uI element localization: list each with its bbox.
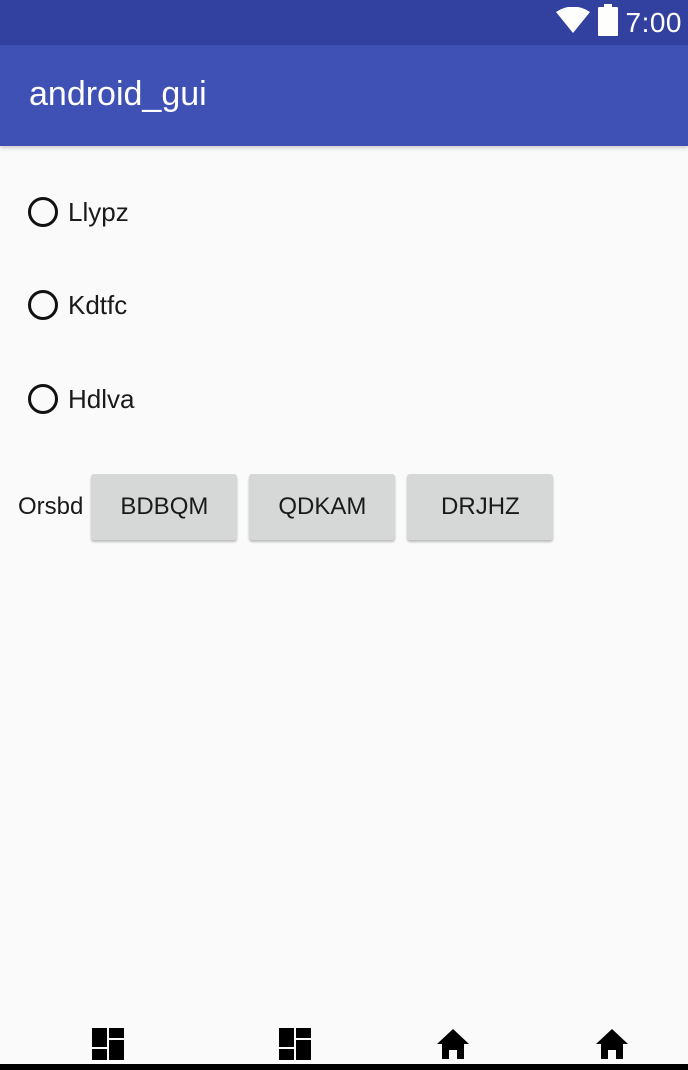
radio-option-hdlva[interactable]: Hdlva (28, 379, 134, 419)
drjhz-button[interactable]: DRJHZ (407, 474, 554, 540)
status-indicators: 7:00 (555, 0, 683, 45)
button-group: Orsbd BDBQM QDKAM DRJHZ (18, 474, 565, 540)
app-title: android_gui (29, 75, 207, 113)
button-group-label: Orsbd (18, 493, 84, 520)
home-icon[interactable] (435, 1026, 471, 1062)
wifi-icon (555, 6, 590, 38)
radio-option-kdtfc[interactable]: Kdtfc (28, 285, 127, 325)
radio-button-icon[interactable] (28, 290, 58, 320)
radio-label: Kdtfc (68, 289, 128, 320)
radio-label: Hdlva (68, 383, 135, 414)
status-time: 7:00 (625, 6, 682, 38)
radio-button-icon[interactable] (28, 197, 58, 227)
battery-icon (597, 4, 618, 41)
dashboard-icon[interactable] (90, 1026, 126, 1062)
radio-option-llypz[interactable]: Llypz (28, 192, 129, 232)
radio-label: Llypz (68, 196, 129, 227)
app-bar: android_gui (0, 45, 688, 146)
dashboard-icon[interactable] (277, 1026, 313, 1062)
status-bar: 7:00 (0, 0, 688, 45)
bottom-divider (0, 1064, 688, 1070)
home-icon[interactable] (594, 1026, 630, 1062)
bdbqm-button[interactable]: BDBQM (91, 474, 238, 540)
qdkam-button[interactable]: QDKAM (249, 474, 396, 540)
radio-button-icon[interactable] (28, 384, 58, 414)
